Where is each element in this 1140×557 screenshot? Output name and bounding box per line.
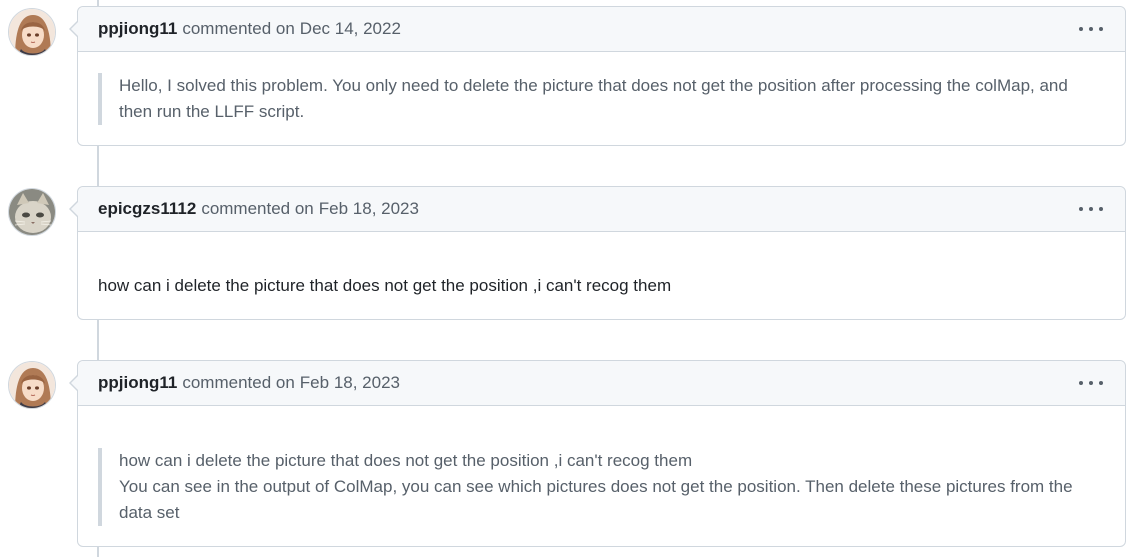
comment-body: Hello, I solved this problem. You only n… — [78, 52, 1125, 125]
comment-header: ppjiong11 commented on Dec 14, 2022 — [69, 7, 1125, 52]
blockquote: how can i delete the picture that does n… — [98, 448, 1105, 526]
comment-header: epicgzs1112 commented on Feb 18, 2023 — [69, 187, 1125, 232]
comment-action-text: commented on — [182, 373, 295, 392]
blockquote: Hello, I solved this problem. You only n… — [98, 73, 1105, 125]
comment-author-link[interactable]: ppjiong11 — [98, 19, 177, 39]
kebab-horizontal-icon[interactable] — [1079, 199, 1103, 219]
comment-body: how can i delete the picture that does n… — [78, 232, 1125, 299]
kebab-horizontal-icon[interactable] — [1079, 19, 1103, 39]
kebab-horizontal-icon[interactable] — [1079, 373, 1103, 393]
avatar[interactable] — [8, 361, 56, 409]
cat-avatar-icon — [9, 189, 55, 235]
comment-card: ppjiong11 commented on Feb 18, 2023 how … — [69, 360, 1126, 547]
avatar[interactable] — [8, 188, 56, 236]
comment-card: ppjiong11 commented on Dec 14, 2022 Hell… — [69, 6, 1126, 146]
comment-action-text: commented on — [201, 199, 314, 218]
comment-header: ppjiong11 commented on Feb 18, 2023 — [69, 361, 1125, 406]
quote-line: Hello, I solved this problem. You only n… — [119, 76, 1068, 121]
comment-author-link[interactable]: epicgzs1112 — [98, 199, 196, 219]
comment-action-text: commented on — [182, 19, 295, 38]
anime-girl-avatar-icon — [9, 362, 55, 408]
avatar[interactable] — [8, 8, 56, 56]
quote-line: You can see in the output of ColMap, you… — [119, 477, 1073, 522]
comment-text: how can i delete the picture that does n… — [98, 276, 672, 295]
comment-author-link[interactable]: ppjiong11 — [98, 373, 177, 393]
anime-girl-avatar-icon — [9, 9, 55, 55]
comment-date-link[interactable]: Dec 14, 2022 — [300, 19, 401, 39]
quote-line: how can i delete the picture that does n… — [119, 451, 693, 470]
comment-date-link[interactable]: Feb 18, 2023 — [319, 199, 419, 219]
comment-date-link[interactable]: Feb 18, 2023 — [300, 373, 400, 393]
comment-body: how can i delete the picture that does n… — [78, 406, 1125, 526]
comment-card: epicgzs1112 commented on Feb 18, 2023 ho… — [69, 186, 1126, 320]
